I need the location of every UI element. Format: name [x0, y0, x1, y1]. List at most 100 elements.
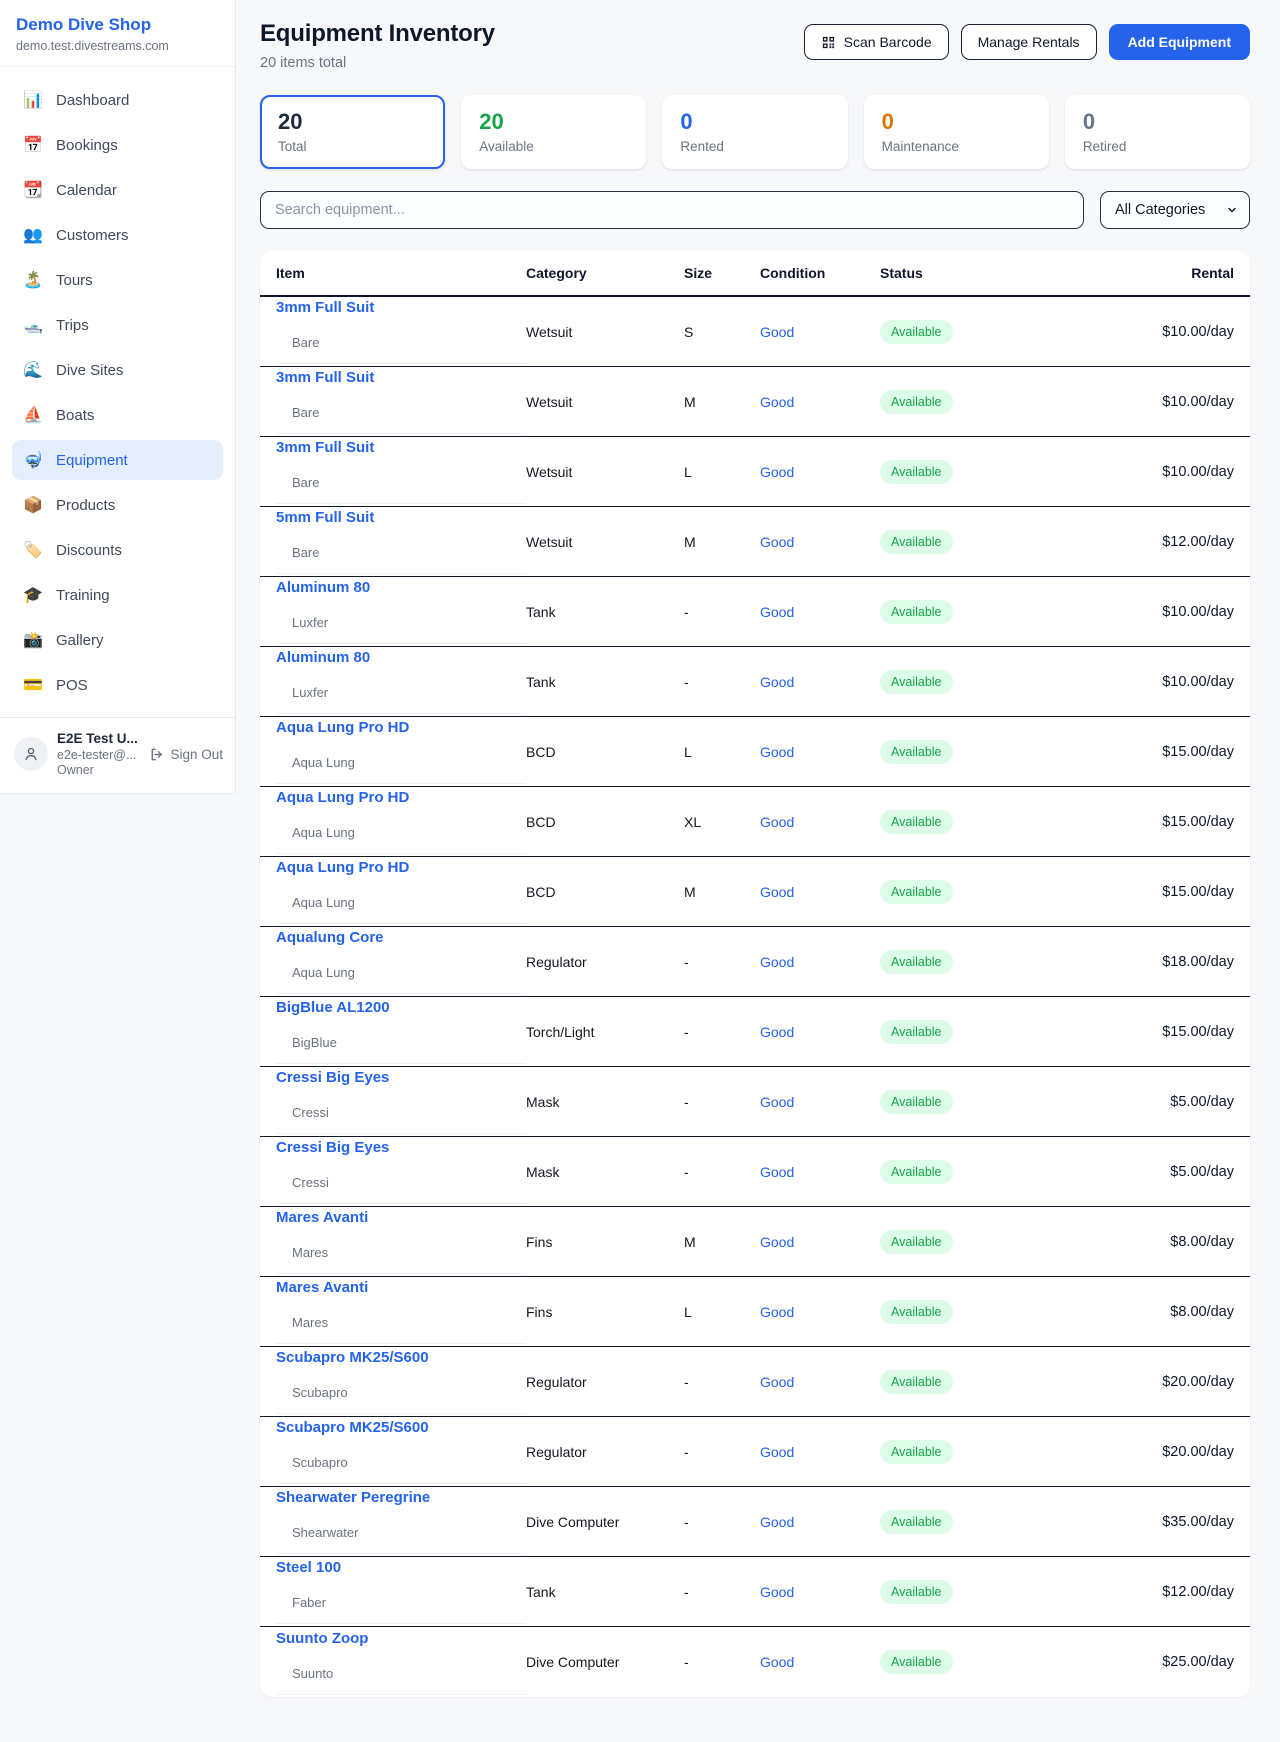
item-brand: Shearwater: [276, 1510, 526, 1554]
user-box: E2E Test U... e2e-tester@... Owner Sign …: [0, 717, 235, 793]
item-condition-link[interactable]: Good: [760, 744, 880, 760]
sidebar-item-boats[interactable]: ⛵Boats: [12, 395, 223, 435]
item-condition-link[interactable]: Good: [760, 1654, 880, 1670]
item-condition-link[interactable]: Good: [760, 1024, 880, 1040]
stat-card-maintenance[interactable]: 0Maintenance: [864, 95, 1049, 169]
item-condition-link[interactable]: Good: [760, 1234, 880, 1250]
status-badge: Available: [880, 460, 953, 484]
item-condition-link[interactable]: Good: [760, 324, 880, 340]
table-row: Cressi Big Eyes Cressi Mask - Good Avail…: [260, 1067, 1250, 1137]
item-name-link[interactable]: Scubapro MK25/S600: [276, 1349, 526, 1366]
add-equipment-button[interactable]: Add Equipment: [1109, 24, 1250, 60]
sidebar-item-discounts[interactable]: 🏷️Discounts: [12, 530, 223, 570]
item-condition-link[interactable]: Good: [760, 394, 880, 410]
sidebar-item-calendar[interactable]: 📆Calendar: [12, 170, 223, 210]
item-brand: Bare: [276, 530, 526, 574]
table-row: Aqua Lung Pro HD Aqua Lung BCD M Good Av…: [260, 857, 1250, 927]
item-name-link[interactable]: Aqualung Core: [276, 929, 526, 946]
item-name-link[interactable]: Suunto Zoop: [276, 1630, 526, 1647]
item-rental-rate: $8.00/day: [1038, 1234, 1234, 1250]
stat-card-available[interactable]: 20Available: [461, 95, 646, 169]
sidebar-item-trips[interactable]: 🛥️Trips: [12, 305, 223, 345]
item-rental-rate: $25.00/day: [1038, 1654, 1234, 1670]
item-name-link[interactable]: Aqua Lung Pro HD: [276, 719, 526, 736]
title-block: Equipment Inventory 20 items total: [260, 20, 495, 71]
item-rental-rate: $5.00/day: [1038, 1164, 1234, 1180]
item-category: Tank: [526, 604, 684, 620]
avatar: [14, 737, 48, 771]
item-name-link[interactable]: Steel 100: [276, 1559, 526, 1576]
item-name-link[interactable]: Mares Avanti: [276, 1209, 526, 1226]
stat-card-rented[interactable]: 0Rented: [662, 95, 847, 169]
item-size: -: [684, 1164, 760, 1180]
item-condition-link[interactable]: Good: [760, 814, 880, 830]
page-title: Equipment Inventory: [260, 20, 495, 48]
scan-barcode-button[interactable]: Scan Barcode: [804, 24, 949, 60]
item-condition-link[interactable]: Good: [760, 1584, 880, 1600]
item-name-link[interactable]: Shearwater Peregrine: [276, 1489, 526, 1506]
item-name-link[interactable]: Aqua Lung Pro HD: [276, 859, 526, 876]
item-condition-link[interactable]: Good: [760, 604, 880, 620]
item-name-link[interactable]: Aluminum 80: [276, 579, 526, 596]
sidebar-item-training[interactable]: 🎓Training: [12, 575, 223, 615]
status-badge: Available: [880, 1370, 953, 1394]
item-name-link[interactable]: 3mm Full Suit: [276, 299, 526, 316]
page: Demo Dive Shop demo.test.divestreams.com…: [0, 0, 1280, 1697]
training-icon: 🎓: [23, 585, 43, 605]
sidebar-item-equipment[interactable]: 🤿Equipment: [12, 440, 223, 480]
person-icon: [22, 745, 40, 763]
item-name-link[interactable]: Aqua Lung Pro HD: [276, 789, 526, 806]
manage-rentals-button[interactable]: Manage Rentals: [961, 24, 1097, 60]
sidebar-item-dashboard[interactable]: 📊Dashboard: [12, 80, 223, 120]
item-name-link[interactable]: Cressi Big Eyes: [276, 1069, 526, 1086]
sidebar-item-products[interactable]: 📦Products: [12, 485, 223, 525]
table-row: Shearwater Peregrine Shearwater Dive Com…: [260, 1487, 1250, 1557]
header-actions: Scan Barcode Manage Rentals Add Equipmen…: [804, 24, 1250, 60]
item-cell: 3mm Full Suit Bare: [276, 439, 526, 504]
item-condition-link[interactable]: Good: [760, 1304, 880, 1320]
item-condition-link[interactable]: Good: [760, 1374, 880, 1390]
item-condition-link[interactable]: Good: [760, 954, 880, 970]
stat-card-total[interactable]: 20Total: [260, 95, 445, 169]
item-name-link[interactable]: 5mm Full Suit: [276, 509, 526, 526]
item-condition-link[interactable]: Good: [760, 1514, 880, 1530]
item-condition-link[interactable]: Good: [760, 1164, 880, 1180]
table-row: Aluminum 80 Luxfer Tank - Good Available…: [260, 577, 1250, 647]
calendar-icon: 📆: [23, 180, 43, 200]
sidebar-item-dive-sites[interactable]: 🌊Dive Sites: [12, 350, 223, 390]
item-condition-link[interactable]: Good: [760, 884, 880, 900]
item-name-link[interactable]: Scubapro MK25/S600: [276, 1419, 526, 1436]
item-brand: Scubapro: [276, 1370, 526, 1414]
sign-out-button[interactable]: Sign Out: [149, 747, 223, 762]
item-name-link[interactable]: 3mm Full Suit: [276, 369, 526, 386]
item-name-link[interactable]: Mares Avanti: [276, 1279, 526, 1296]
item-condition-link[interactable]: Good: [760, 1094, 880, 1110]
item-condition-link[interactable]: Good: [760, 674, 880, 690]
stat-value: 0: [680, 109, 829, 135]
sidebar-item-bookings[interactable]: 📅Bookings: [12, 125, 223, 165]
item-size: M: [684, 534, 760, 550]
item-name-link[interactable]: 3mm Full Suit: [276, 439, 526, 456]
item-name-link[interactable]: BigBlue AL1200: [276, 999, 526, 1016]
status-badge: Available: [880, 530, 953, 554]
stat-card-retired[interactable]: 0Retired: [1065, 95, 1250, 169]
item-condition-link[interactable]: Good: [760, 464, 880, 480]
item-condition-link[interactable]: Good: [760, 1444, 880, 1460]
sidebar-item-gallery[interactable]: 📸Gallery: [12, 620, 223, 660]
item-name-link[interactable]: Cressi Big Eyes: [276, 1139, 526, 1156]
category-select[interactable]: All Categories: [1100, 191, 1250, 229]
sidebar-item-pos[interactable]: 💳POS: [12, 665, 223, 705]
item-condition-link[interactable]: Good: [760, 534, 880, 550]
sidebar-item-customers[interactable]: 👥Customers: [12, 215, 223, 255]
brand-name[interactable]: Demo Dive Shop: [16, 15, 219, 35]
products-icon: 📦: [23, 495, 43, 515]
item-name-link[interactable]: Aluminum 80: [276, 649, 526, 666]
sidebar-item-tours[interactable]: 🏝️Tours: [12, 260, 223, 300]
search-input[interactable]: [260, 191, 1084, 229]
stat-value: 0: [1083, 109, 1232, 135]
sidebar-item-label: Customers: [56, 227, 129, 244]
item-size: -: [684, 1374, 760, 1390]
item-cell: Aluminum 80 Luxfer: [276, 649, 526, 714]
item-category: Mask: [526, 1164, 684, 1180]
item-status-cell: Available: [880, 670, 1038, 694]
